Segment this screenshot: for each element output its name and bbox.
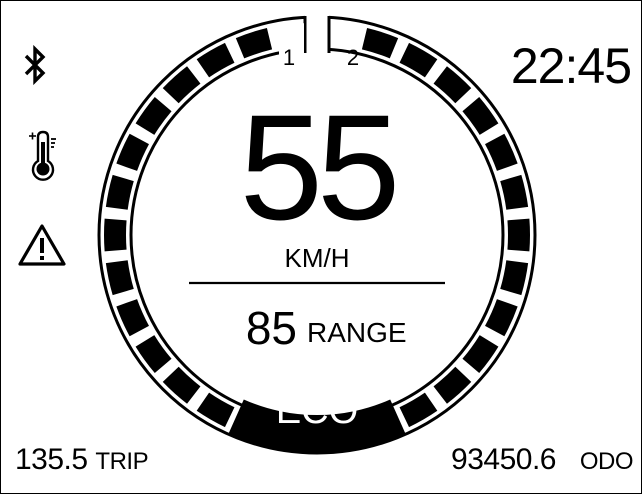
range-value: 85 (246, 302, 297, 354)
ring-segment (462, 96, 499, 135)
range-label: RANGE (307, 317, 407, 348)
gear-indicator-left: 1 (279, 23, 304, 81)
ring-segment (104, 218, 127, 252)
ring-segment (462, 335, 499, 374)
eco-mode-label: ECO (276, 390, 358, 432)
ring-segment (500, 174, 529, 210)
ring-segment (433, 66, 472, 104)
speed-value: 55 (240, 83, 395, 251)
ring-segment (235, 27, 273, 59)
odo-readout: 93450.6 ODO (451, 445, 633, 475)
ring-segment (507, 218, 530, 252)
odo-value: 93450.6 (451, 443, 556, 476)
ring-segment (105, 260, 134, 296)
speed-unit: KM/H (285, 243, 350, 273)
ring-segment (105, 174, 134, 210)
ring-top-gap (305, 13, 329, 55)
gear-indicator-right: 2 (347, 45, 359, 70)
ring-segment (162, 66, 201, 104)
trip-label: TRIP (95, 448, 149, 475)
speed-dial: 1 2 55 KM/H 85 RANGE ECO (97, 13, 537, 455)
trip-readout: 135.5 TRIP (15, 443, 149, 476)
odo-label: ODO (579, 448, 634, 475)
ring-segment (135, 335, 172, 374)
ring-segment (361, 27, 399, 59)
dashboard-screen: 22:45 1 2 55 KM/H 85 RANGE ECO 135.5 TRI… (0, 0, 642, 494)
ring-segment (433, 366, 472, 404)
ring-segment (162, 366, 201, 404)
trip-value: 135.5 (15, 443, 88, 476)
ring-segment (135, 96, 172, 135)
gear-label-left: 1 (283, 45, 295, 70)
eco-mode-badge: ECO (228, 390, 406, 454)
gear-label-right: 2 (347, 45, 359, 70)
ring-segment (500, 260, 529, 296)
